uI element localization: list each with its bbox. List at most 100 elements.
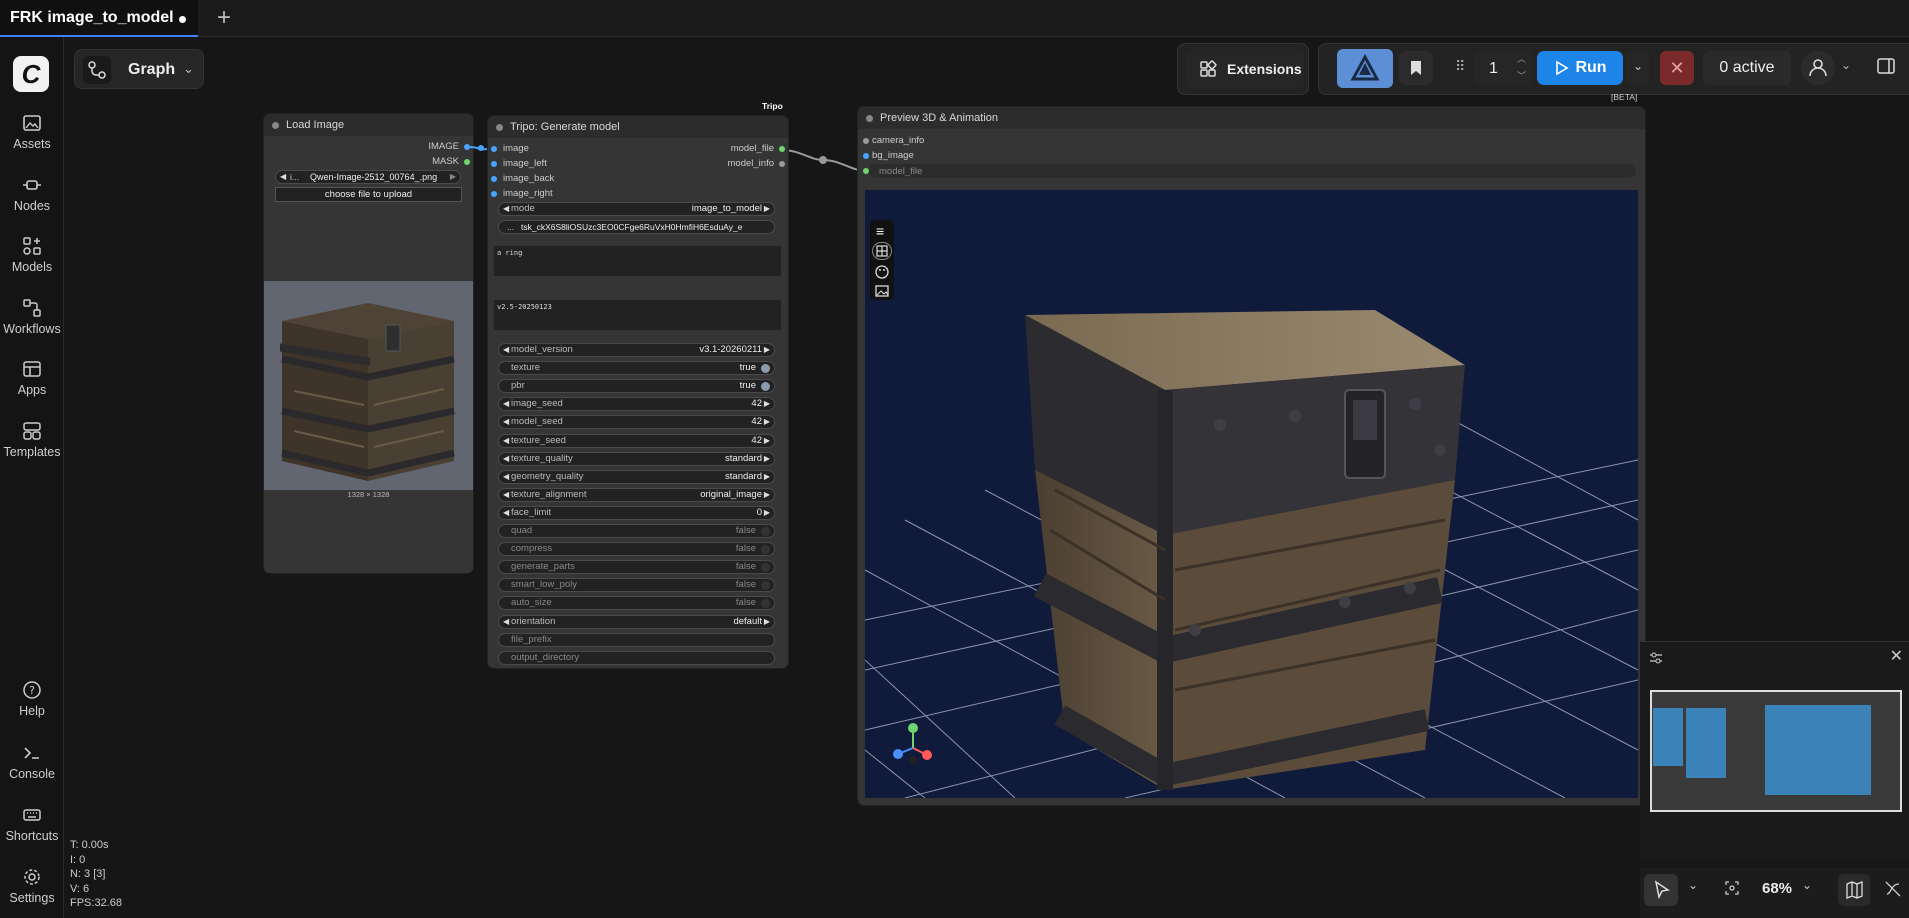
minimap-panel[interactable]: ✕: [1640, 641, 1909, 861]
widget-texture-quality[interactable]: ◀ texture_quality standard ▶: [498, 451, 775, 466]
widget-pbr[interactable]: pbr true: [498, 379, 775, 394]
new-tab-button[interactable]: +: [210, 4, 238, 32]
toggle-on-icon[interactable]: [761, 382, 770, 392]
sidebar-item-workflows[interactable]: Workflows: [0, 298, 64, 336]
run-options-chevron-down-icon[interactable]: ⌄: [1627, 51, 1649, 85]
load-image-node[interactable]: Load Image IMAGE MASK ◀ i... Qwen-Image-…: [264, 114, 473, 573]
arrow-right-icon[interactable]: ▶: [450, 171, 456, 183]
arrow-right-icon[interactable]: ▶: [764, 416, 770, 428]
output-dot-model-info[interactable]: [779, 161, 785, 167]
toggle-off-icon[interactable]: [761, 599, 770, 609]
output-dot-mask[interactable]: [464, 159, 470, 165]
widget-smart-low-poly[interactable]: smart_low_poly false: [498, 578, 775, 593]
sidebar-item-nodes[interactable]: Nodes: [0, 175, 64, 213]
menu-icon[interactable]: ≡: [876, 224, 884, 238]
run-button[interactable]: Run: [1537, 51, 1623, 85]
api-key-field[interactable]: ... tsk_ckX6S8liOSUzc3EO0CFge6RuVxH0Hmfi…: [498, 220, 775, 234]
background-image-icon[interactable]: [874, 283, 890, 304]
arrow-left-icon[interactable]: ◀: [503, 616, 509, 628]
arrow-right-icon[interactable]: ▶: [764, 471, 770, 483]
input-dot-model-file[interactable]: [863, 168, 869, 174]
arrow-left-icon[interactable]: ◀: [503, 203, 509, 215]
logo-icon[interactable]: C: [13, 56, 49, 92]
widget-model-seed[interactable]: ◀ model_seed 42 ▶: [498, 415, 775, 430]
toggle-off-icon[interactable]: [761, 527, 770, 536]
input-dot-image-back[interactable]: [491, 176, 497, 182]
arrow-left-icon[interactable]: ◀: [503, 453, 509, 465]
prompt-textarea[interactable]: a ring: [493, 245, 782, 277]
axis-gizmo-icon[interactable]: [890, 720, 940, 770]
sidebar-item-shortcuts[interactable]: Shortcuts: [0, 805, 64, 843]
minimap-settings-icon[interactable]: [1648, 650, 1664, 671]
3d-viewport[interactable]: ≡: [865, 190, 1638, 798]
cancel-run-button[interactable]: ✕: [1660, 51, 1694, 85]
arrow-left-icon[interactable]: ◀: [503, 344, 509, 356]
mode-combo[interactable]: ◀ mode image_to_model ▶: [498, 202, 775, 216]
toggle-off-icon[interactable]: [761, 545, 770, 555]
arrow-right-icon[interactable]: ▶: [764, 616, 770, 628]
graph-menu-button[interactable]: Graph ⌄: [74, 49, 204, 89]
arrow-right-icon[interactable]: ▶: [764, 398, 770, 410]
version-textarea[interactable]: v2.5-20250123: [493, 299, 782, 331]
user-chevron-down-icon[interactable]: ⌄: [1841, 58, 1851, 72]
input-dot-image-right[interactable]: [491, 191, 497, 197]
sidebar-item-console[interactable]: Console: [0, 743, 64, 781]
widget-orientation[interactable]: ◀ orientation default ▶: [498, 614, 775, 629]
active-queue-button[interactable]: 0 active: [1703, 51, 1791, 85]
sidebar-item-apps[interactable]: Apps: [0, 359, 64, 397]
arrow-right-icon[interactable]: ▶: [764, 344, 770, 356]
arrow-left-icon[interactable]: ◀: [503, 489, 509, 501]
arrow-right-icon[interactable]: ▶: [764, 435, 770, 447]
widget-model-version[interactable]: ◀ model_version v3.1-20260211 ▶: [498, 343, 775, 357]
extensions-button[interactable]: Extensions: [1187, 49, 1304, 89]
widget-compress[interactable]: compress false: [498, 542, 775, 557]
upload-button[interactable]: choose file to upload: [275, 187, 462, 202]
bookmark-button[interactable]: [1399, 51, 1433, 85]
widget-output-directory[interactable]: output_directory: [498, 650, 775, 665]
toggle-off-icon[interactable]: [761, 581, 770, 591]
sidebar-item-settings[interactable]: Settings: [0, 867, 64, 905]
output-dot-image[interactable]: [464, 144, 470, 150]
arrow-left-icon[interactable]: ◀: [503, 398, 509, 410]
minimap-viewport[interactable]: [1650, 690, 1902, 812]
widget-file-prefix[interactable]: file_prefix: [498, 632, 775, 647]
arrow-left-icon[interactable]: ◀: [503, 435, 509, 447]
tripo-toggle-button[interactable]: [1337, 49, 1393, 88]
arrow-right-icon[interactable]: ▶: [764, 203, 770, 215]
toggle-panel-icon[interactable]: [1876, 56, 1896, 76]
input-dot-image[interactable]: [491, 146, 497, 152]
sidebar-item-assets[interactable]: Assets: [0, 113, 64, 151]
widget-texture[interactable]: texture true: [498, 361, 775, 376]
fit-view-icon[interactable]: [1724, 880, 1740, 901]
widget-image-seed[interactable]: ◀ image_seed 42 ▶: [498, 397, 775, 412]
minimap-toggle-button[interactable]: [1838, 874, 1870, 906]
select-tool-button[interactable]: [1644, 874, 1678, 906]
output-dot-model-file[interactable]: [779, 146, 785, 152]
input-dot-bg-image[interactable]: [863, 153, 869, 159]
sidebar-item-templates[interactable]: Templates: [0, 421, 64, 459]
palette-icon[interactable]: [874, 264, 890, 285]
workflow-tab[interactable]: FRK image_to_model: [0, 0, 198, 37]
widget-quad[interactable]: quad false: [498, 524, 775, 538]
arrow-left-icon[interactable]: ◀: [503, 471, 509, 483]
sidebar-item-models[interactable]: Models: [0, 236, 64, 274]
widget-face-limit[interactable]: ◀ face_limit 0 ▶: [498, 505, 775, 520]
input-dot-camera-info[interactable]: [863, 138, 869, 144]
tool-chevron-down-icon[interactable]: ⌄: [1688, 878, 1698, 892]
drag-handle-icon[interactable]: ⠿: [1455, 58, 1465, 75]
input-dot-image-left[interactable]: [491, 161, 497, 167]
image-file-combo[interactable]: ◀ i... Qwen-Image-2512_00764_.png ▶: [275, 170, 461, 184]
toggle-on-icon[interactable]: [761, 364, 770, 374]
widget-geometry-quality[interactable]: ◀ geometry_quality standard ▶: [498, 469, 775, 484]
grid-toggle-icon[interactable]: [872, 242, 892, 260]
user-avatar[interactable]: [1801, 51, 1835, 85]
zoom-level[interactable]: 68%: [1762, 880, 1792, 897]
arrow-left-icon[interactable]: ◀: [280, 171, 286, 183]
node-title[interactable]: Preview 3D & Animation: [858, 107, 1645, 129]
arrow-left-icon[interactable]: ◀: [503, 416, 509, 428]
zoom-chevron-down-icon[interactable]: ⌄: [1802, 878, 1812, 892]
arrow-right-icon[interactable]: ▶: [764, 489, 770, 501]
stepper-up-icon[interactable]: ︿: [1517, 52, 1526, 65]
sidebar-item-help[interactable]: ? Help: [0, 680, 64, 718]
arrow-right-icon[interactable]: ▶: [764, 507, 770, 519]
